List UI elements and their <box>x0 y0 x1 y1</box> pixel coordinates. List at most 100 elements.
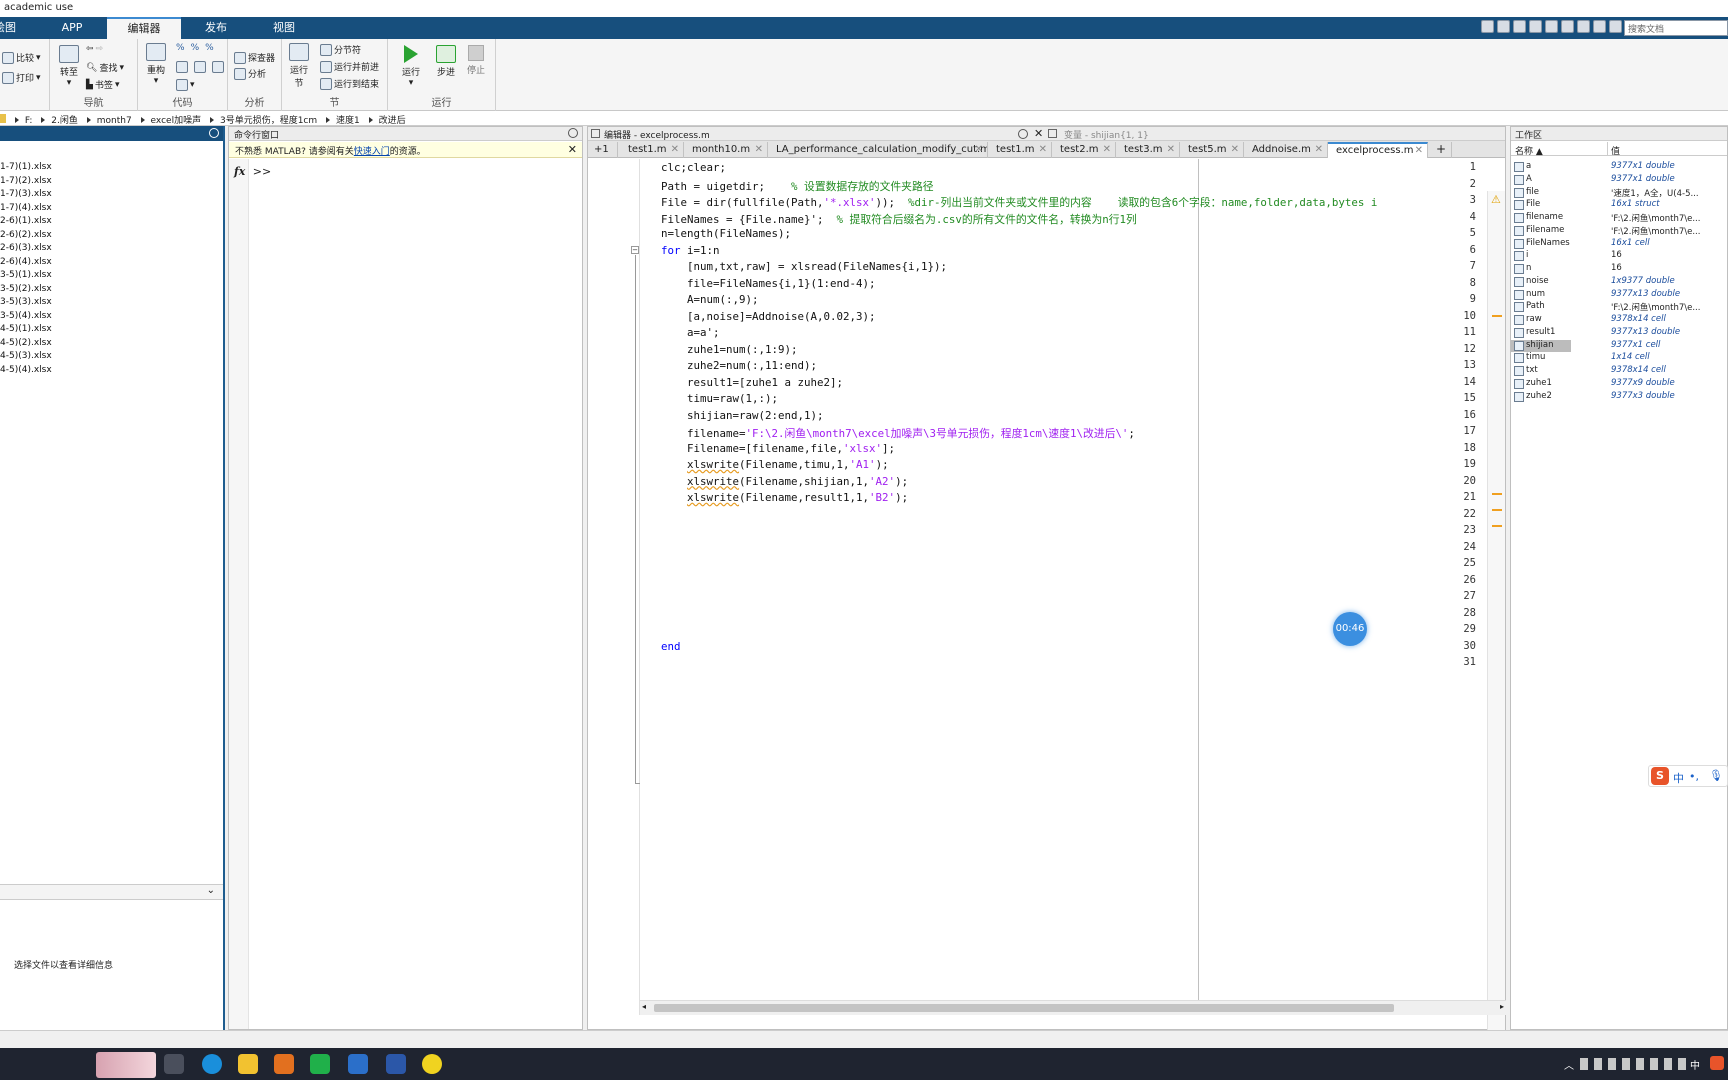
column-value[interactable]: 值 <box>1611 144 1620 157</box>
step-button[interactable]: 步进 <box>432 45 460 78</box>
tab-view[interactable]: 视图 <box>252 17 316 39</box>
paste-icon[interactable] <box>1529 20 1542 33</box>
tray-ime-indicator[interactable]: 中 <box>1690 1057 1700 1072</box>
close-icon[interactable]: ✕ <box>1039 142 1047 157</box>
cut-icon[interactable] <box>1497 20 1510 33</box>
details-panel-toggle[interactable]: ⌄ <box>0 884 223 900</box>
file-item[interactable]: 1-7)(4).xlsx <box>0 203 52 213</box>
command-prompt[interactable]: fx >> <box>234 165 271 178</box>
editor-tab[interactable]: test1.m ✕ <box>620 142 684 158</box>
close-editor-icon[interactable]: ✕ <box>1034 127 1043 140</box>
workspace-variable-row[interactable]: a 9377x1 double <box>1511 161 1727 173</box>
tab-editor[interactable]: 编辑器 <box>107 17 181 39</box>
warning-mark[interactable] <box>1492 315 1502 317</box>
ime-toolbar[interactable]: S 中 •, 🎙︎ <box>1648 765 1728 787</box>
translator-icon[interactable] <box>348 1054 368 1074</box>
editor-tab-active[interactable]: excelprocess.m ✕ <box>1328 142 1428 158</box>
breadcrumb-item[interactable]: 2.闲鱼 <box>51 113 78 126</box>
workspace-variable-row[interactable]: noise 1x9377 double <box>1511 276 1727 288</box>
workspace-variable-row[interactable]: txt 9378x14 cell <box>1511 365 1727 377</box>
analyze-button[interactable]: 分析 <box>234 67 266 80</box>
warning-mark[interactable] <box>1492 525 1502 527</box>
workspace-variable-row[interactable]: num 9377x13 double <box>1511 289 1727 301</box>
warning-mark[interactable] <box>1492 493 1502 495</box>
file-item[interactable]: 3-5)(2).xlsx <box>0 284 52 294</box>
tab-publish[interactable]: 发布 <box>184 17 248 39</box>
warning-mark[interactable] <box>1492 509 1502 511</box>
workspace-variable-row[interactable]: file '速度1，A全，U(4-5... <box>1511 187 1727 199</box>
workspace-variable-row[interactable]: n 16 <box>1511 263 1727 275</box>
ime-punctuation[interactable]: •, <box>1689 770 1699 783</box>
close-icon[interactable]: ✕ <box>1167 142 1175 157</box>
scroll-right-icon[interactable]: ▸ <box>1500 1002 1504 1011</box>
breadcrumb-item[interactable]: 速度1 <box>336 113 360 126</box>
dropdown-icon[interactable] <box>1609 20 1622 33</box>
close-icon[interactable]: ✕ <box>1415 144 1423 157</box>
help-icon[interactable] <box>1593 20 1606 33</box>
print-button[interactable]: 打印 ▾ <box>2 71 41 84</box>
back-forward-buttons[interactable]: ⇦ ⇨ <box>86 44 103 54</box>
comment-wrap-icon[interactable]: % <box>191 43 200 53</box>
workspace-variable-row[interactable]: A 9377x1 double <box>1511 174 1727 186</box>
panel-menu-icon[interactable] <box>568 128 578 138</box>
tab-app[interactable]: APP <box>40 17 104 39</box>
file-item[interactable]: 4-5)(3).xlsx <box>0 351 52 361</box>
close-icon[interactable]: ✕ <box>568 143 577 156</box>
run-button[interactable]: 运行 ▾ <box>396 45 426 88</box>
find-button[interactable]: 🔍︎ 查找 ▾ <box>86 61 124 75</box>
file-item[interactable]: 2-6)(4).xlsx <box>0 257 52 267</box>
tray-chevron-icon[interactable]: ︿ <box>1564 1057 1574 1072</box>
profiler-button[interactable]: 探查器 <box>234 51 275 64</box>
fx-icon[interactable]: fx <box>234 165 245 178</box>
save-icon[interactable] <box>1481 20 1494 33</box>
microphone-icon[interactable]: 🎙︎ <box>1709 769 1723 782</box>
goto-button[interactable]: 转至 ▾ <box>56 45 82 88</box>
workspace-variable-row[interactable]: timu 1x14 cell <box>1511 352 1727 364</box>
column-name[interactable]: 名称 ▲ <box>1515 144 1543 157</box>
fx-insert-button[interactable]: ▾ <box>176 79 195 91</box>
editor-tab[interactable]: test3.m ✕ <box>1116 142 1180 158</box>
wechat-icon[interactable] <box>310 1054 330 1074</box>
workspace-variable-row[interactable]: zuhe2 9377x3 double <box>1511 391 1727 403</box>
variable-editor-title[interactable]: 变量 - shijian{1, 1} <box>1064 128 1149 141</box>
close-icon[interactable]: ✕ <box>1103 142 1111 157</box>
file-item[interactable]: 1-7)(3).xlsx <box>0 189 52 199</box>
fold-toggle-icon[interactable]: − <box>631 246 639 254</box>
copy-icon[interactable] <box>1513 20 1526 33</box>
workspace-variable-row[interactable]: Path 'F:\2.闲鱼\month7\e... <box>1511 301 1727 313</box>
breadcrumb-item[interactable]: F: <box>25 116 33 126</box>
workspace-variable-row[interactable]: i 16 <box>1511 250 1727 262</box>
close-icon[interactable]: ✕ <box>671 142 679 157</box>
file-item[interactable]: 2-6)(1).xlsx <box>0 216 52 226</box>
outdent-icon[interactable] <box>212 61 224 73</box>
workspace-variable-row[interactable]: raw 9378x14 cell <box>1511 314 1727 326</box>
editor-tab[interactable]: test1.m ✕ <box>988 142 1052 158</box>
panel-menu-icon[interactable] <box>1018 129 1028 139</box>
sogou-tray-icon[interactable] <box>1710 1056 1724 1070</box>
panel-menu-icon[interactable] <box>209 128 219 138</box>
workspace-variable-row[interactable]: Filename 'F:\2.闲鱼\month7\e... <box>1511 225 1727 237</box>
warning-icon[interactable]: ⚠ <box>1491 193 1501 206</box>
file-item[interactable]: 3-5)(3).xlsx <box>0 297 52 307</box>
file-item[interactable]: 4-5)(4).xlsx <box>0 365 52 375</box>
run-and-advance-button[interactable]: 运行并前进 <box>320 60 379 73</box>
file-item[interactable]: 3-5)(4).xlsx <box>0 311 52 321</box>
file-item[interactable]: 1-7)(2).xlsx <box>0 176 52 186</box>
new-tab-button[interactable]: + <box>1430 142 1452 158</box>
refactor-button[interactable]: 重构 ▾ <box>142 43 170 86</box>
file-item[interactable]: 2-6)(2).xlsx <box>0 230 52 240</box>
scrollbar-thumb[interactable] <box>654 1004 1394 1012</box>
bookmark-button[interactable]: ▙ 书签 ▾ <box>86 78 119 92</box>
redo-icon[interactable] <box>1561 20 1574 33</box>
horizontal-scrollbar[interactable]: ◂ ▸ <box>640 1000 1506 1015</box>
close-icon[interactable]: ✕ <box>1231 142 1239 157</box>
tray-icons[interactable] <box>1580 1058 1690 1070</box>
file-item[interactable]: 3-5)(1).xlsx <box>0 270 52 280</box>
editor-tab[interactable]: LA_performance_calculation_modify_cut.m ✕ <box>768 142 988 158</box>
breadcrumb-item[interactable]: 改进后 <box>379 113 406 126</box>
run-section-button[interactable]: 运行 节 <box>286 43 312 89</box>
tab-list-dropdown[interactable]: +1 <box>588 142 618 158</box>
close-icon[interactable]: ✕ <box>1315 142 1323 157</box>
switch-windows-icon[interactable] <box>1577 20 1590 33</box>
run-to-end-button[interactable]: 运行到结束 <box>320 77 379 90</box>
